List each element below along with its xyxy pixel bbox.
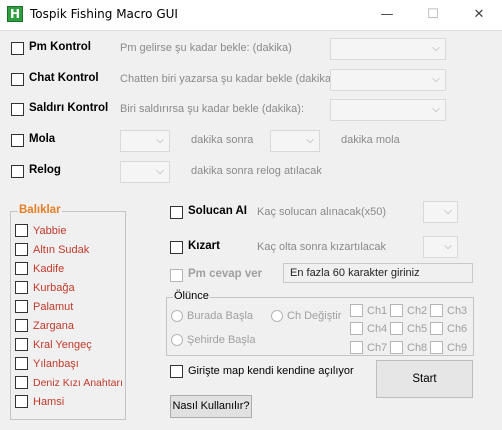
relog-label: Relog — [29, 164, 61, 176]
mola-duration-dropdown[interactable]: ⌵ — [270, 130, 320, 152]
attack-wait-hint: Biri saldırırsa şu kadar bekle (dakika): — [120, 103, 305, 115]
radio-city-start[interactable] — [171, 334, 183, 346]
fish-checkbox[interactable] — [15, 243, 28, 256]
death-group-title: Ölünce — [173, 290, 210, 302]
chevron-down-icon: ⌵ — [432, 74, 440, 85]
ch-label: Ch7 — [367, 342, 388, 354]
chevron-down-icon: ⌵ — [156, 135, 164, 146]
ch-checkbox[interactable] — [430, 304, 443, 317]
fish-checkbox[interactable] — [15, 224, 28, 237]
pm-reply-input[interactable]: En fazla 60 karakter giriniz — [283, 263, 473, 283]
fish-group-title: Balıklar — [18, 204, 62, 216]
chat-wait-hint: Chatten biri yazarsa şu kadar bekle (dak… — [120, 73, 338, 85]
fish-label: Kadife — [33, 263, 65, 275]
mola-after-dropdown[interactable]: ⌵ — [120, 130, 170, 152]
kizart-hint: Kaç olta sonra kızartılacak — [257, 241, 387, 253]
map-open-checkbox[interactable] — [170, 365, 183, 378]
ch-checkbox[interactable] — [350, 341, 363, 354]
ch-checkbox[interactable] — [430, 322, 443, 335]
fish-label: Deniz Kızı Anahtarı — [33, 377, 123, 389]
ch-checkbox[interactable] — [390, 322, 403, 335]
chat-wait-dropdown[interactable]: ⌵ — [330, 69, 446, 91]
fish-label: Kral Yengeç — [33, 339, 92, 351]
mola-after-text: dakika sonra — [191, 134, 254, 146]
ch-checkbox[interactable] — [350, 304, 363, 317]
fish-checkbox[interactable] — [15, 319, 28, 332]
pm-kontrol-label: Pm Kontrol — [29, 41, 91, 53]
fish-label: Yılanbaşı — [33, 358, 79, 370]
ch-label: Ch6 — [447, 323, 468, 335]
map-open-label: Girişte map kendi kendine açılıyor — [188, 365, 354, 377]
ch-label: Ch9 — [447, 342, 468, 354]
chevron-down-icon: ⌵ — [444, 241, 452, 252]
close-button[interactable]: ✕ — [456, 0, 502, 30]
radio-here-start[interactable] — [171, 310, 183, 322]
saldiri-kontrol-checkbox[interactable] — [11, 103, 24, 116]
radio-change-ch[interactable] — [271, 310, 283, 322]
fish-checkbox[interactable] — [15, 300, 28, 313]
kizart-dropdown[interactable]: ⌵ — [423, 236, 458, 258]
pm-reply-checkbox[interactable] — [170, 269, 183, 282]
start-button[interactable]: Start — [376, 360, 473, 398]
ch-label: Ch1 — [367, 305, 388, 317]
chevron-down-icon: ⌵ — [306, 135, 314, 146]
mola-checkbox[interactable] — [11, 134, 24, 147]
radio-here-label: Burada Başla — [187, 310, 254, 322]
help-button[interactable]: Nasıl Kullanılır? — [170, 395, 252, 418]
fish-label: Altın Sudak — [33, 244, 90, 256]
kizart-checkbox[interactable] — [170, 241, 183, 254]
ch-label: Ch5 — [407, 323, 428, 335]
fish-label: Yabbie — [33, 225, 67, 237]
fish-checkbox[interactable] — [15, 395, 28, 408]
fish-label: Palamut — [33, 301, 74, 313]
ch-label: Ch2 — [407, 305, 428, 317]
pm-kontrol-checkbox[interactable] — [11, 42, 24, 55]
pm-wait-dropdown[interactable]: ⌵ — [330, 38, 446, 60]
solucan-checkbox[interactable] — [170, 206, 183, 219]
title-bar: H Tospik Fishing Macro GUI — ☐ ✕ — [0, 0, 502, 30]
fish-label: Zargana — [33, 320, 74, 332]
saldiri-kontrol-label: Saldırı Kontrol — [29, 102, 109, 114]
window-client: Pm Kontrol Pm gelirse şu kadar bekle: (d… — [0, 30, 502, 430]
fish-checkbox[interactable] — [15, 357, 28, 370]
app-icon: H — [7, 6, 23, 22]
mola-duration-text: dakika mola — [341, 134, 400, 146]
fish-checkbox[interactable] — [15, 262, 28, 275]
fish-checkbox[interactable] — [15, 376, 28, 389]
window-title: Tospik Fishing Macro GUI — [30, 7, 178, 21]
ch-checkbox[interactable] — [430, 341, 443, 354]
minimize-button[interactable]: — — [364, 0, 410, 30]
ch-label: Ch4 — [367, 323, 388, 335]
solucan-dropdown[interactable]: ⌵ — [423, 201, 458, 223]
ch-label: Ch8 — [407, 342, 428, 354]
pm-reply-label: Pm cevap ver — [188, 268, 263, 280]
ch-checkbox[interactable] — [390, 304, 403, 317]
kizart-label: Kızart — [188, 240, 220, 252]
fish-checkbox[interactable] — [15, 281, 28, 294]
solucan-label: Solucan AI — [188, 205, 247, 217]
ch-checkbox[interactable] — [350, 322, 363, 335]
chat-kontrol-checkbox[interactable] — [11, 73, 24, 86]
chevron-down-icon: ⌵ — [432, 43, 440, 54]
fish-label: Kurbağa — [33, 282, 75, 294]
radio-change-ch-label: Ch Değiştir — [287, 310, 342, 322]
relog-dropdown[interactable]: ⌵ — [120, 161, 170, 183]
relog-text: dakika sonra relog atılacak — [191, 165, 322, 177]
chat-kontrol-label: Chat Kontrol — [29, 72, 99, 84]
relog-checkbox[interactable] — [11, 165, 24, 178]
chevron-down-icon: ⌵ — [156, 166, 164, 177]
chevron-down-icon: ⌵ — [432, 104, 440, 115]
fish-label: Hamsi — [33, 396, 65, 408]
radio-city-label: Şehirde Başla — [187, 334, 256, 346]
mola-label: Mola — [29, 133, 56, 145]
ch-checkbox[interactable] — [390, 341, 403, 354]
solucan-hint: Kaç solucan alınacak(x50) — [257, 206, 387, 218]
fish-checkbox[interactable] — [15, 338, 28, 351]
ch-label: Ch3 — [447, 305, 468, 317]
attack-wait-dropdown[interactable]: ⌵ — [330, 99, 446, 121]
pm-wait-hint: Pm gelirse şu kadar bekle: (dakika) — [120, 42, 292, 54]
chevron-down-icon: ⌵ — [444, 206, 452, 217]
maximize-button[interactable]: ☐ — [410, 0, 456, 30]
death-groupbox — [166, 297, 474, 356]
